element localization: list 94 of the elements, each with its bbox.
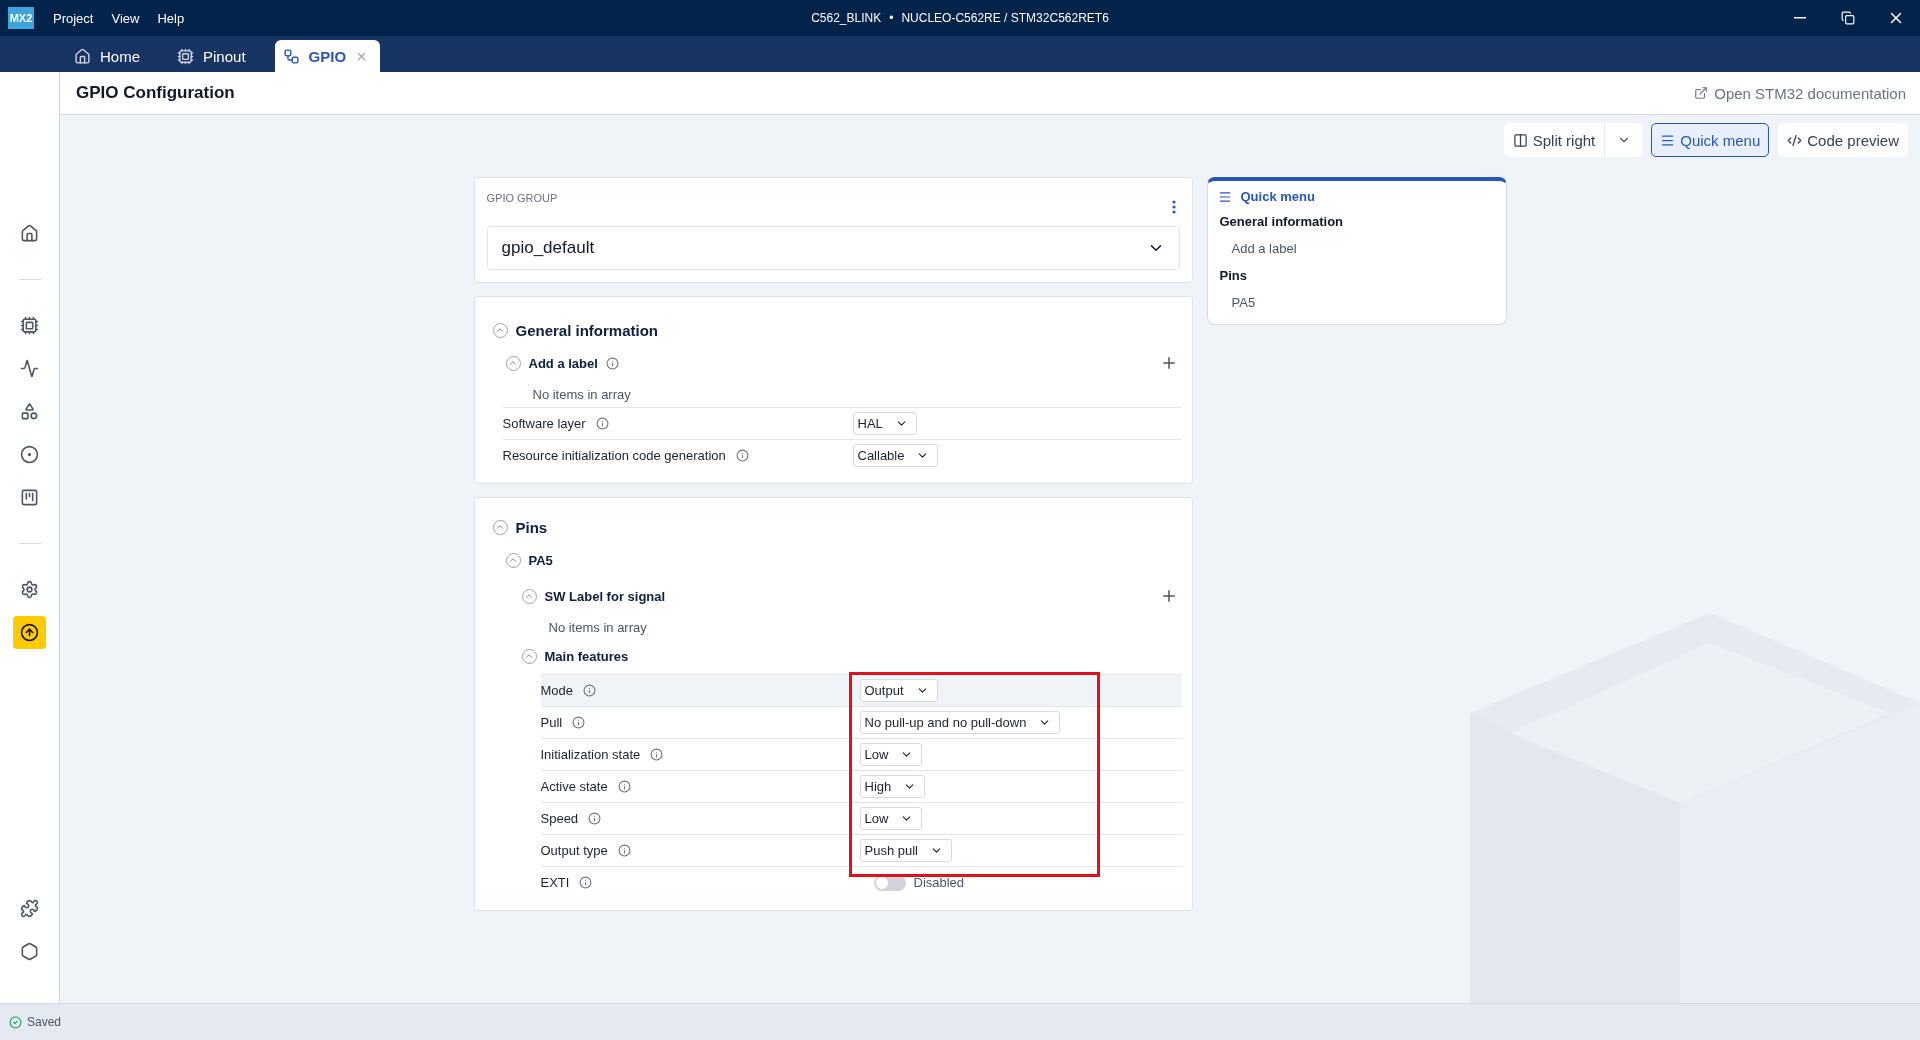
chevron-icon [508,358,518,368]
puzzle-icon [20,899,39,918]
split-icon [1512,132,1528,148]
group-label: GPIO GROUP [486,192,559,204]
home-icon [74,47,91,65]
collapse-toggle[interactable] [505,355,521,371]
field-label: Mode [540,683,574,698]
chevron-icon [524,651,534,661]
select-dropdown[interactable]: Callable [852,444,939,467]
page-title: GPIO Configuration [76,83,235,103]
toolbar-button[interactable]: Code preview [1778,123,1908,157]
check-icon [9,1015,22,1029]
section-title: Add a label [528,355,598,371]
waveform-icon [20,359,39,378]
field-label: Software layer [502,416,586,431]
collapse-toggle[interactable] [521,648,537,664]
toolbar-button[interactable]: Quick menu [1651,123,1770,157]
tab[interactable]: Pinout [169,40,267,72]
select-dropdown[interactable]: Low [859,807,923,830]
field-label: Speed [540,811,579,826]
section-title: Main features [544,648,629,664]
collapse-toggle[interactable] [492,322,508,338]
chip-icon [20,316,39,335]
info-icon[interactable] [650,748,664,761]
section-title: General information [515,321,659,339]
select-dropdown[interactable]: No pull-up and no pull-down [859,711,1061,734]
pin-name: PA5 [528,552,553,568]
section-title: SW Label for signal [544,588,666,604]
chevron-icon [495,325,505,335]
info-icon[interactable] [735,449,749,462]
field-label: Resource initialization code generation [502,448,726,463]
empty-message: No items in array [532,385,632,404]
field-label: Output type [540,843,608,858]
more-button[interactable] [1171,200,1176,214]
title-separator: • [889,11,894,25]
hexagon-icon [20,942,39,961]
code-icon [1787,132,1803,148]
chevron-icon [524,591,534,601]
select-dropdown[interactable]: High [859,775,926,798]
group-select[interactable]: gpio_default [486,226,1180,270]
documentation-link[interactable]: Open STM32 documentation [1714,84,1906,102]
menu-link[interactable]: PA5 [1207,289,1506,316]
menu-icon [1660,132,1676,148]
field-label: Active state [540,779,608,794]
tab[interactable]: Home [66,40,161,72]
menu-link[interactable]: Add a label [1207,235,1506,262]
menu-item[interactable]: View [102,10,149,26]
more-icon [1171,200,1176,214]
tab[interactable]: GPIO [274,40,381,72]
panel-title: Quick menu [1240,189,1315,204]
info-icon[interactable] [583,684,597,697]
project-name: C562_BLINK [811,11,882,25]
info-icon[interactable] [572,716,586,729]
select-dropdown[interactable]: Output [859,679,938,702]
field-label: EXTI [540,875,570,890]
collapse-toggle[interactable] [492,519,508,535]
status-text: Saved [27,1015,62,1029]
info-icon[interactable] [579,876,593,889]
settings-icon [20,580,39,599]
collapse-toggle[interactable] [521,588,537,604]
home-icon [20,224,39,243]
chevron-icon [508,555,518,565]
info-icon[interactable] [588,812,602,825]
nodes-icon [282,47,300,65]
minimize-icon [1794,17,1806,19]
info-icon[interactable] [617,780,631,793]
menu-item[interactable]: Help [148,10,194,26]
menu-item[interactable]: Project [44,10,103,26]
node-icon [20,445,39,464]
collapse-toggle[interactable] [505,552,521,568]
info-icon[interactable] [617,844,631,857]
upload-icon [20,623,39,642]
toggle-label: Disabled [913,875,965,890]
select-dropdown[interactable]: Push pull [859,839,952,862]
select-dropdown[interactable]: HAL [852,412,917,435]
field-label: Pull [540,715,563,730]
sidebar-button[interactable] [13,616,46,649]
restore-icon [1841,11,1855,25]
menu-link[interactable]: General information [1207,208,1506,235]
board-name: NUCLEO-C562RE / STM32C562RET6 [901,11,1109,25]
section-title: Pins [515,518,548,536]
info-icon[interactable] [595,417,609,430]
info-icon[interactable] [605,356,619,370]
external-link-icon [1694,86,1709,100]
app-logo: MX2 [8,7,34,29]
empty-message: No items in array [548,618,648,637]
menu-icon [1217,189,1232,204]
shapes-icon [20,402,39,421]
chevron-icon [495,522,505,532]
field-label: Initialization state [540,747,641,762]
board-icon [20,488,39,507]
chip-icon [177,47,194,65]
menu-link[interactable]: Pins [1207,262,1506,289]
select-dropdown[interactable]: Low [859,743,923,766]
